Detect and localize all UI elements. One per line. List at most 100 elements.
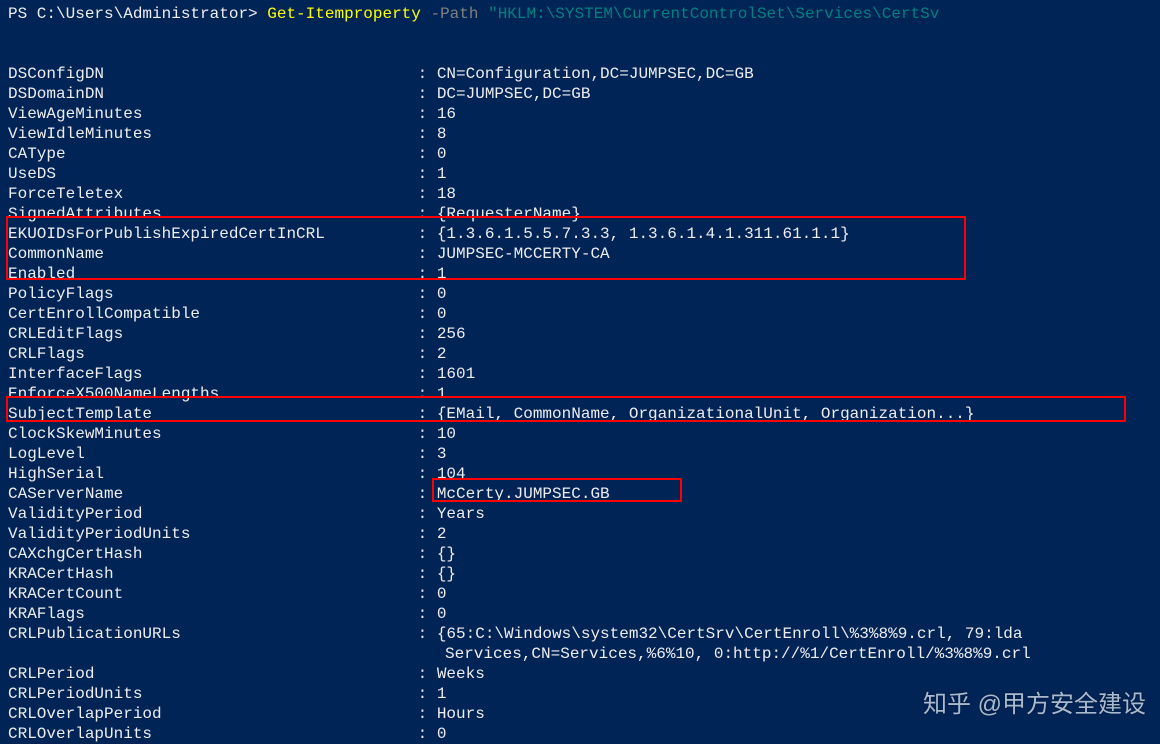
property-value: CN=Configuration,DC=JUMPSEC,DC=GB xyxy=(437,64,754,84)
property-value: Hours xyxy=(437,704,485,724)
property-row: ViewAgeMinutes : 16 xyxy=(8,104,1152,124)
property-separator: : xyxy=(408,104,437,124)
property-value: 1601 xyxy=(437,364,475,384)
property-key: SignedAttributes xyxy=(8,204,408,224)
property-separator: : xyxy=(408,264,437,284)
property-value: 8 xyxy=(437,124,447,144)
property-value: 18 xyxy=(437,184,456,204)
property-row: SignedAttributes : {RequesterName} xyxy=(8,204,1152,224)
property-row: Enabled : 1 xyxy=(8,264,1152,284)
property-separator: : xyxy=(408,624,437,644)
property-value: DC=JUMPSEC,DC=GB xyxy=(437,84,591,104)
property-separator: : xyxy=(408,204,437,224)
property-value: 1 xyxy=(437,264,447,284)
property-row: CAXchgCertHash : {} xyxy=(8,544,1152,564)
property-separator: : xyxy=(408,144,437,164)
property-row: CAServerName : McCerty.JUMPSEC.GB xyxy=(8,484,1152,504)
property-separator: : xyxy=(408,444,437,464)
property-separator: : xyxy=(408,704,437,724)
property-key: HighSerial xyxy=(8,464,408,484)
property-key: EnforceX500NameLengths xyxy=(8,384,408,404)
property-key: CRLPublicationURLs xyxy=(8,624,408,644)
property-separator: : xyxy=(408,504,437,524)
property-key: ValidityPeriodUnits xyxy=(8,524,408,544)
property-value: 1 xyxy=(437,164,447,184)
property-value: 1 xyxy=(437,684,447,704)
property-row: CRLPublicationURLs : {65:C:\Windows\syst… xyxy=(8,624,1152,644)
property-separator: : xyxy=(408,364,437,384)
property-separator: : xyxy=(408,164,437,184)
property-row: CommonName : JUMPSEC-MCCERTY-CA xyxy=(8,244,1152,264)
property-separator: : xyxy=(408,124,437,144)
path-string: "HKLM:\SYSTEM\CurrentControlSet\Services… xyxy=(488,5,939,23)
property-key: CRLOverlapUnits xyxy=(8,724,408,744)
property-separator: : xyxy=(408,544,437,564)
property-value-continuation: Services,CN=Services,%6%10, 0:http://%1/… xyxy=(8,644,1152,664)
property-key: PolicyFlags xyxy=(8,284,408,304)
prompt-line[interactable]: PS C:\Users\Administrator> Get-Itemprope… xyxy=(8,4,1152,24)
property-value: JUMPSEC-MCCERTY-CA xyxy=(437,244,610,264)
property-row: CRLPeriod : Weeks xyxy=(8,664,1152,684)
property-key: CAXchgCertHash xyxy=(8,544,408,564)
property-value: 0 xyxy=(437,604,447,624)
property-key: Enabled xyxy=(8,264,408,284)
property-separator: : xyxy=(408,384,437,404)
property-key: CRLFlags xyxy=(8,344,408,364)
output-properties: DSConfigDN : CN=Configuration,DC=JUMPSEC… xyxy=(8,64,1152,744)
property-row: SubjectTemplate : {EMail, CommonName, Or… xyxy=(8,404,1152,424)
property-separator: : xyxy=(408,244,437,264)
property-value: {1.3.6.1.5.5.7.3.3, 1.3.6.1.4.1.311.61.1… xyxy=(437,224,850,244)
property-separator: : xyxy=(408,344,437,364)
property-separator: : xyxy=(408,604,437,624)
property-value: 3 xyxy=(437,444,447,464)
property-key: ViewIdleMinutes xyxy=(8,124,408,144)
property-row: CertEnrollCompatible : 0 xyxy=(8,304,1152,324)
property-row: CRLFlags : 2 xyxy=(8,344,1152,364)
property-row: ViewIdleMinutes : 8 xyxy=(8,124,1152,144)
property-row: LogLevel : 3 xyxy=(8,444,1152,464)
property-separator: : xyxy=(408,224,437,244)
property-value: 0 xyxy=(437,724,447,744)
property-row: PolicyFlags : 0 xyxy=(8,284,1152,304)
property-key: CAType xyxy=(8,144,408,164)
property-value: 16 xyxy=(437,104,456,124)
property-value: {} xyxy=(437,544,456,564)
property-row: KRACertHash : {} xyxy=(8,564,1152,584)
property-key: InterfaceFlags xyxy=(8,364,408,384)
property-key: CAServerName xyxy=(8,484,408,504)
property-row: HighSerial : 104 xyxy=(8,464,1152,484)
property-key: ClockSkewMinutes xyxy=(8,424,408,444)
property-key: CRLPeriodUnits xyxy=(8,684,408,704)
property-separator: : xyxy=(408,464,437,484)
property-row: ValidityPeriod : Years xyxy=(8,504,1152,524)
property-key: ViewAgeMinutes xyxy=(8,104,408,124)
property-row: EnforceX500NameLengths : 1 xyxy=(8,384,1152,404)
property-row: CAType : 0 xyxy=(8,144,1152,164)
property-separator: : xyxy=(408,304,437,324)
property-value: {RequesterName} xyxy=(437,204,581,224)
property-key: DSDomainDN xyxy=(8,84,408,104)
property-value: Years xyxy=(437,504,485,524)
property-row: CRLOverlapUnits : 0 xyxy=(8,724,1152,744)
property-value: 1 xyxy=(437,384,447,404)
property-key: CRLEditFlags xyxy=(8,324,408,344)
property-key: SubjectTemplate xyxy=(8,404,408,424)
property-separator: : xyxy=(408,524,437,544)
property-row: InterfaceFlags : 1601 xyxy=(8,364,1152,384)
property-row: CRLOverlapPeriod : Hours xyxy=(8,704,1152,724)
property-value: {65:C:\Windows\system32\CertSrv\CertEnro… xyxy=(437,624,1023,644)
property-row: ClockSkewMinutes : 10 xyxy=(8,424,1152,444)
property-value: 0 xyxy=(437,584,447,604)
property-row: ForceTeletex : 18 xyxy=(8,184,1152,204)
ps-path-prompt: PS C:\Users\Administrator> xyxy=(8,5,267,23)
property-key: KRAFlags xyxy=(8,604,408,624)
property-row: DSDomainDN : DC=JUMPSEC,DC=GB xyxy=(8,84,1152,104)
property-row: DSConfigDN : CN=Configuration,DC=JUMPSEC… xyxy=(8,64,1152,84)
property-key: CommonName xyxy=(8,244,408,264)
property-separator: : xyxy=(408,404,437,424)
property-separator: : xyxy=(408,664,437,684)
property-value: Weeks xyxy=(437,664,485,684)
property-key: CRLOverlapPeriod xyxy=(8,704,408,724)
property-row: KRAFlags : 0 xyxy=(8,604,1152,624)
property-separator: : xyxy=(408,724,437,744)
